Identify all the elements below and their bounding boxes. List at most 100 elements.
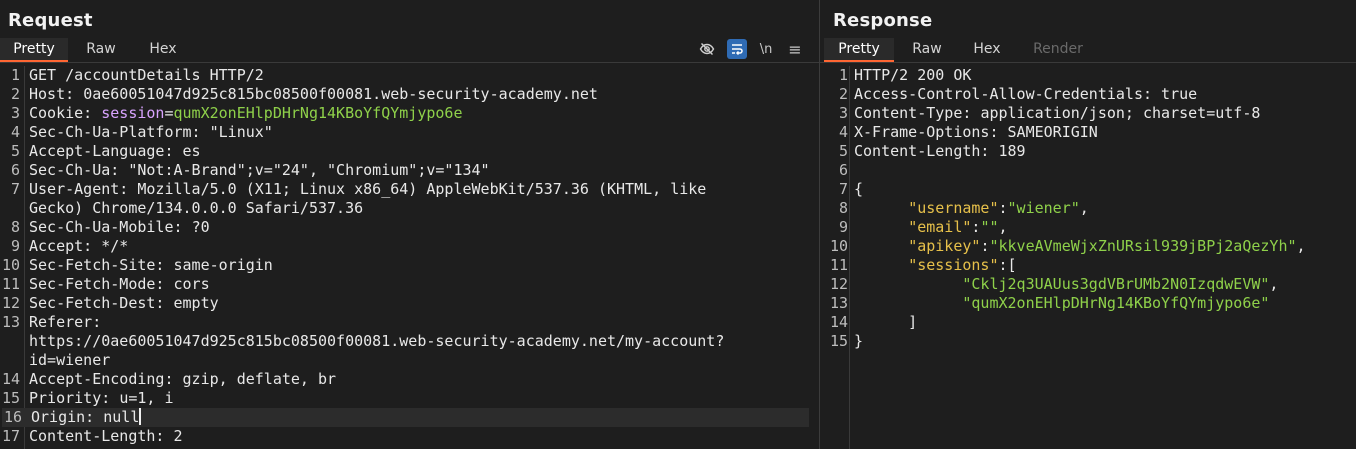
token-val: Mozilla/5.0 (X11; Linux x86_64) AppleWeb… [137, 180, 707, 198]
code-line[interactable]: 6 Sec-Ch-Ua: "Not:A-Brand";v="24", "Chrom… [0, 161, 807, 180]
token-key: Content-Length: [854, 142, 999, 160]
token-json-punc: { [854, 180, 864, 198]
code-line-continuation[interactable]: id=wiener [0, 351, 807, 370]
code-line[interactable]: 5 Content-Length: 189 [820, 142, 1344, 161]
code-line[interactable]: 14 ] [820, 313, 1344, 332]
request-tab-pretty[interactable]: Pretty [0, 38, 68, 62]
response-editor[interactable]: 1 HTTP/2 200 OK 2 Access-Control-Allow-Cred… [820, 66, 1356, 449]
token-val: same-origin [173, 256, 273, 274]
code-line[interactable]: 15} [820, 332, 1344, 351]
line-number: 7 [10, 180, 20, 198]
code-line-continuation[interactable]: Gecko) Chrome/134.0.0.0 Safari/537.36 [0, 199, 807, 218]
code-line[interactable]: 5 Accept-Language: es [0, 142, 807, 161]
token-key: Accept-Encoding: [29, 370, 183, 388]
token-val: gzip, deflate, br [182, 370, 337, 388]
token-val: u=1, i [119, 389, 174, 407]
code-line[interactable]: 12 Sec-Fetch-Dest: empty [0, 294, 807, 313]
token-json-key: "username" [908, 199, 999, 217]
code-line[interactable]: 16 Origin: null [2, 408, 809, 427]
token-json-punc [854, 294, 962, 312]
line-text: } [854, 332, 863, 351]
token-json-punc [854, 275, 962, 293]
line-text: Accept-Language: es [29, 142, 201, 161]
request-tab-raw[interactable]: Raw [68, 38, 134, 60]
token-val: "Not:A-Brand";v="24", "Chromium";v="134" [128, 161, 490, 179]
code-line[interactable]: 4 X-Frame-Options: SAMEORIGIN [820, 123, 1344, 142]
line-text: X-Frame-Options: SAMEORIGIN [854, 123, 1098, 142]
eye-slash-icon[interactable] [697, 39, 717, 59]
token-json-str: "" [980, 218, 999, 236]
token-val: = [164, 104, 174, 122]
code-line-continuation[interactable]: https://0ae60051047d925c815bc08500f00081… [0, 332, 807, 351]
response-tab-pretty[interactable]: Pretty [824, 38, 894, 62]
code-line[interactable]: 11 Sec-Fetch-Mode: cors [0, 275, 807, 294]
code-line[interactable]: 11 "sessions":[ [820, 256, 1344, 275]
token-val: cors [173, 275, 210, 293]
code-line[interactable]: 3 Content-Type: application/json; charset… [820, 104, 1344, 123]
code-line[interactable]: 17 Content-Length: 2 [0, 427, 807, 446]
token-json-punc [854, 237, 908, 255]
code-line[interactable]: 3 Cookie: session=qumX2onEHlpDHrNg14KBoYf… [0, 104, 807, 123]
token-val: null [103, 408, 140, 426]
line-number: 17 [1, 427, 20, 445]
code-line[interactable]: 6 [820, 161, 1344, 180]
code-line[interactable]: 13 "qumX2onEHlpDHrNg14KBoYfQYmjypo6e" [820, 294, 1344, 313]
line-text: Sec-Fetch-Mode: cors [29, 275, 210, 294]
code-line[interactable]: 10 Sec-Fetch-Site: same-origin [0, 256, 807, 275]
code-line[interactable]: 10 "apikey":"kkveAVmeWjxZnURsil939jBPj2a… [820, 237, 1344, 256]
code-line[interactable]: 15 Priority: u=1, i [0, 389, 807, 408]
response-lines: 1 HTTP/2 200 OK 2 Access-Control-Allow-Cred… [820, 66, 1344, 351]
code-line[interactable]: 8 Sec-Ch-Ua-Mobile: ?0 [0, 218, 807, 237]
code-line[interactable]: 2 Host: 0ae60051047d925c815bc08500f00081.… [0, 85, 807, 104]
token-val: HTTP/2 200 OK [854, 66, 972, 84]
code-line[interactable]: 4 Sec-Ch-Ua-Platform: "Linux" [0, 123, 807, 142]
code-line[interactable]: 12 "Cklj2q3UAUus3gdVBrUMb2N0IzqdwEVW", [820, 275, 1344, 294]
token-key: Sec-Ch-Ua: [29, 161, 129, 179]
line-number: 8 [838, 199, 848, 217]
token-val: empty [173, 294, 219, 312]
token-json-punc: , [998, 218, 1008, 236]
wrap-text-icon[interactable] [727, 39, 747, 59]
line-text: "qumX2onEHlpDHrNg14KBoYfQYmjypo6e" [854, 294, 1269, 313]
response-tab-raw[interactable]: Raw [894, 38, 960, 60]
token-val: id=wiener [29, 351, 111, 369]
request-editor[interactable]: 1 GET /accountDetails HTTP/2 2 Host: 0ae600… [0, 66, 819, 449]
code-line[interactable]: 2 Access-Control-Allow-Credentials: true [820, 85, 1344, 104]
token-cookie-name: session [101, 104, 165, 122]
line-number: 2 [10, 85, 20, 103]
token-key: Sec-Fetch-Dest: [29, 294, 174, 312]
code-line[interactable]: 13 Referer: [0, 313, 807, 332]
line-text: "Cklj2q3UAUus3gdVBrUMb2N0IzqdwEVW", [854, 275, 1278, 294]
line-text: "apikey":"kkveAVmeWjxZnURsil939jBPj2aQez… [854, 237, 1305, 256]
line-number: 12 [829, 275, 848, 293]
menu-icon[interactable]: ≡ [785, 39, 805, 59]
line-text: User-Agent: Mozilla/5.0 (X11; Linux x86_… [29, 180, 706, 199]
token-val: 0ae60051047d925c815bc08500f00081.web-sec… [83, 85, 598, 103]
code-line[interactable]: 7 User-Agent: Mozilla/5.0 (X11; Linux x86… [0, 180, 807, 199]
response-tab-hex[interactable]: Hex [960, 38, 1014, 60]
token-json-key: "sessions" [908, 256, 999, 274]
token-json-str: "kkveAVmeWjxZnURsil939jBPj2aQezYh" [989, 237, 1297, 255]
code-line[interactable]: 14 Accept-Encoding: gzip, deflate, br [0, 370, 807, 389]
request-tab-hex[interactable]: Hex [134, 38, 192, 60]
code-line[interactable]: 1 GET /accountDetails HTTP/2 [0, 66, 807, 85]
token-json-punc: ] [854, 313, 918, 331]
token-val: application/json; charset=utf-8 [980, 104, 1261, 122]
code-line[interactable]: 1 HTTP/2 200 OK [820, 66, 1344, 85]
line-text: "username":"wiener", [854, 199, 1089, 218]
code-line[interactable]: 9 Accept: */* [0, 237, 807, 256]
text-caret [139, 408, 142, 425]
line-number: 7 [838, 180, 848, 198]
token-val: 189 [998, 142, 1026, 160]
token-json-key: "apikey" [908, 237, 981, 255]
line-text: id=wiener [29, 351, 110, 370]
code-line[interactable]: 8 "username":"wiener", [820, 199, 1344, 218]
newline-icon[interactable]: \n [756, 39, 776, 59]
token-json-punc: } [854, 332, 864, 350]
token-key: Content-Type: [854, 104, 981, 122]
line-text: "sessions":[ [854, 256, 1016, 275]
token-json-punc [854, 218, 908, 236]
code-line[interactable]: 9 "email":"", [820, 218, 1344, 237]
code-line[interactable]: 7{ [820, 180, 1344, 199]
line-text: Referer: [29, 313, 110, 332]
